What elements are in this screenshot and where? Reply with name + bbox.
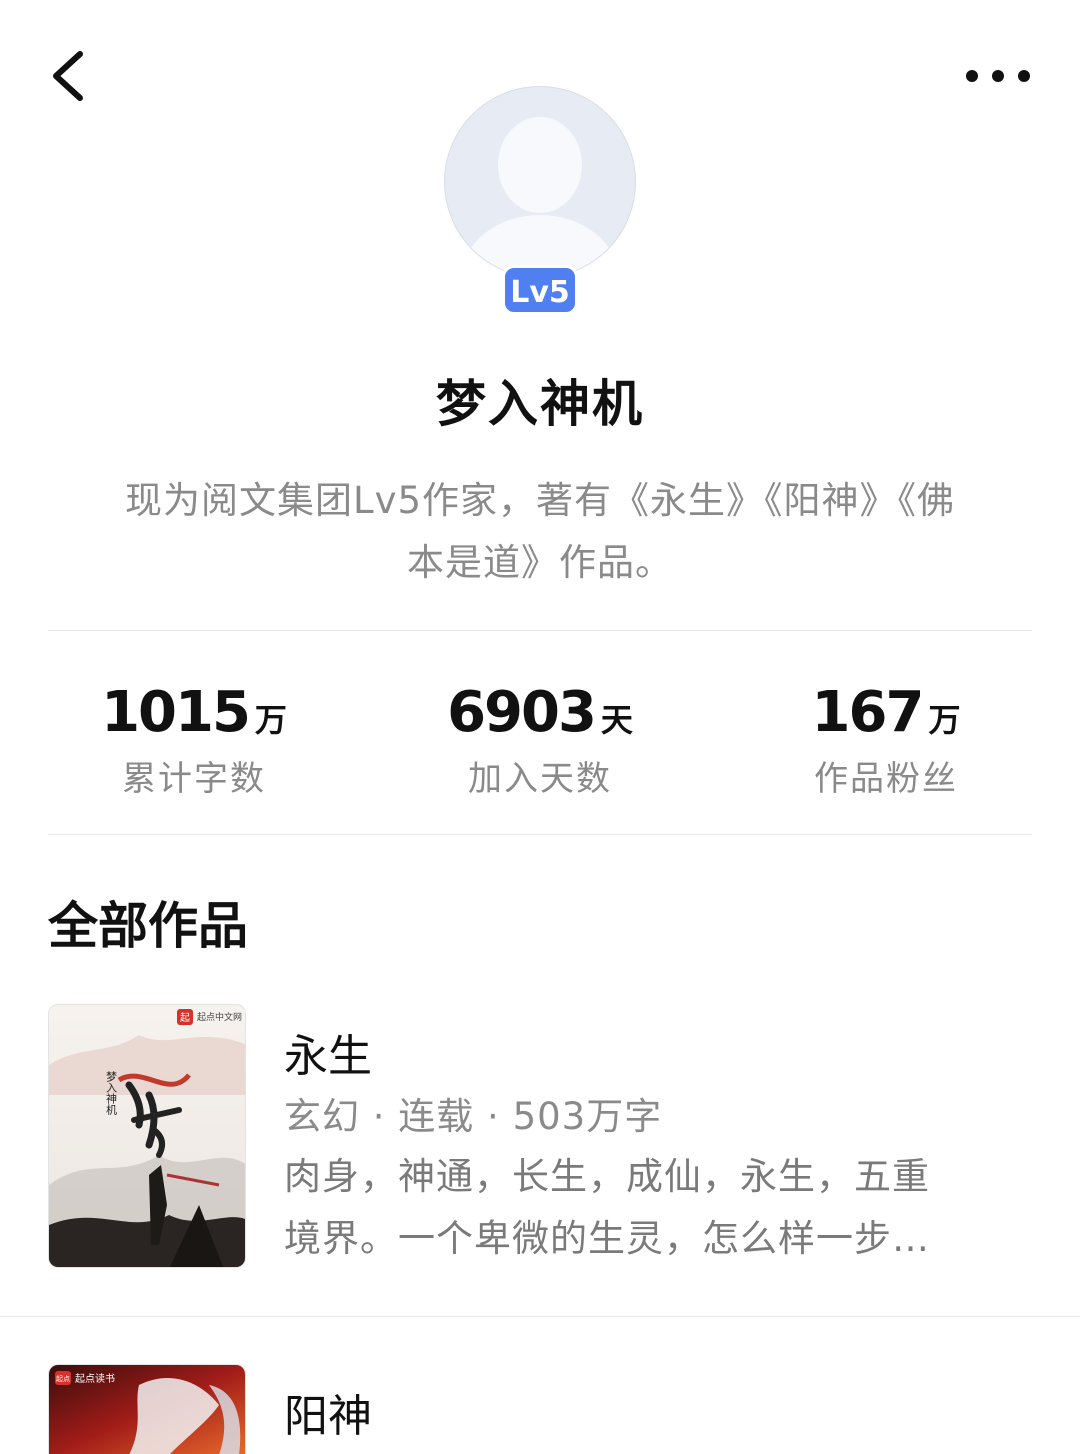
cover-author: 梦入神机 (105, 1071, 118, 1115)
author-name: 梦入神机 (436, 375, 644, 433)
stat-value: 1015 (101, 680, 251, 745)
book-item-yangshen[interactable]: 起点 起点读书 阳神 (0, 1364, 1080, 1454)
stat-value: 167 (811, 680, 925, 745)
stat-days-joined: 6903 天 加入天数 (390, 680, 690, 800)
book-cover-art: 起 起点中文网 梦入神机 (49, 1005, 245, 1267)
more-dots-icon (966, 70, 1030, 82)
cover-brand-mark: 起点 (56, 1375, 70, 1383)
more-options-button[interactable] (964, 56, 1036, 96)
user-silhouette-icon (462, 117, 618, 277)
stat-label: 作品粉丝 (814, 759, 958, 799)
book-description-line: 肉身，神通，长生，成仙，永生，五重 (284, 1155, 930, 1198)
divider (48, 834, 1032, 835)
back-button[interactable] (44, 44, 104, 108)
stat-total-words: 1015 万 累计字数 (44, 680, 344, 800)
stat-unit: 天 (600, 701, 633, 739)
cover-brand: 起点中文网 (197, 1011, 242, 1023)
divider (0, 1316, 1080, 1317)
stat-unit: 万 (254, 701, 287, 739)
stat-fans: 167 万 作品粉丝 (736, 680, 1036, 800)
book-title: 阳神 (284, 1391, 372, 1442)
book-cover: 起 起点中文网 梦入神机 (48, 1004, 246, 1268)
chevron-left-icon (53, 51, 83, 101)
author-bio-line: 本是道》作品。 (407, 541, 673, 584)
book-item-yongsheng[interactable]: 起 起点中文网 梦入神机 永生 玄幻 · 连载 · 503万字 肉身，神通，长生… (0, 1004, 1080, 1274)
stat-label: 累计字数 (122, 759, 266, 799)
author-bio-line: 现为阅文集团Lv5作家，著有《永生》《阳神》《佛 (124, 479, 956, 522)
book-meta: 玄幻 · 连载 · 503万字 (284, 1095, 663, 1138)
stat-value: 6903 (447, 680, 597, 745)
cover-brand-mark: 起 (180, 1012, 190, 1024)
divider (48, 630, 1032, 631)
author-bio: 现为阅文集团Lv5作家，著有《永生》《阳神》《佛 本是道》作品。 (60, 470, 1020, 594)
book-description-line: 境界。一个卑微的生灵，怎么样一步… (284, 1217, 930, 1260)
level-badge: Lv5 (502, 265, 578, 315)
cover-brand: 起点读书 (75, 1372, 115, 1385)
stat-label: 加入天数 (468, 759, 612, 799)
book-cover-art: 起点 起点读书 (49, 1365, 245, 1454)
book-title: 永生 (284, 1031, 372, 1082)
section-title-all-works: 全部作品 (48, 897, 248, 955)
avatar[interactable] (444, 86, 636, 278)
stat-unit: 万 (928, 701, 961, 739)
book-cover: 起点 起点读书 (48, 1364, 246, 1454)
default-avatar-image (444, 86, 636, 278)
book-description: 肉身，神通，长生，成仙，永生，五重 境界。一个卑微的生灵，怎么样一步… (284, 1146, 1004, 1270)
